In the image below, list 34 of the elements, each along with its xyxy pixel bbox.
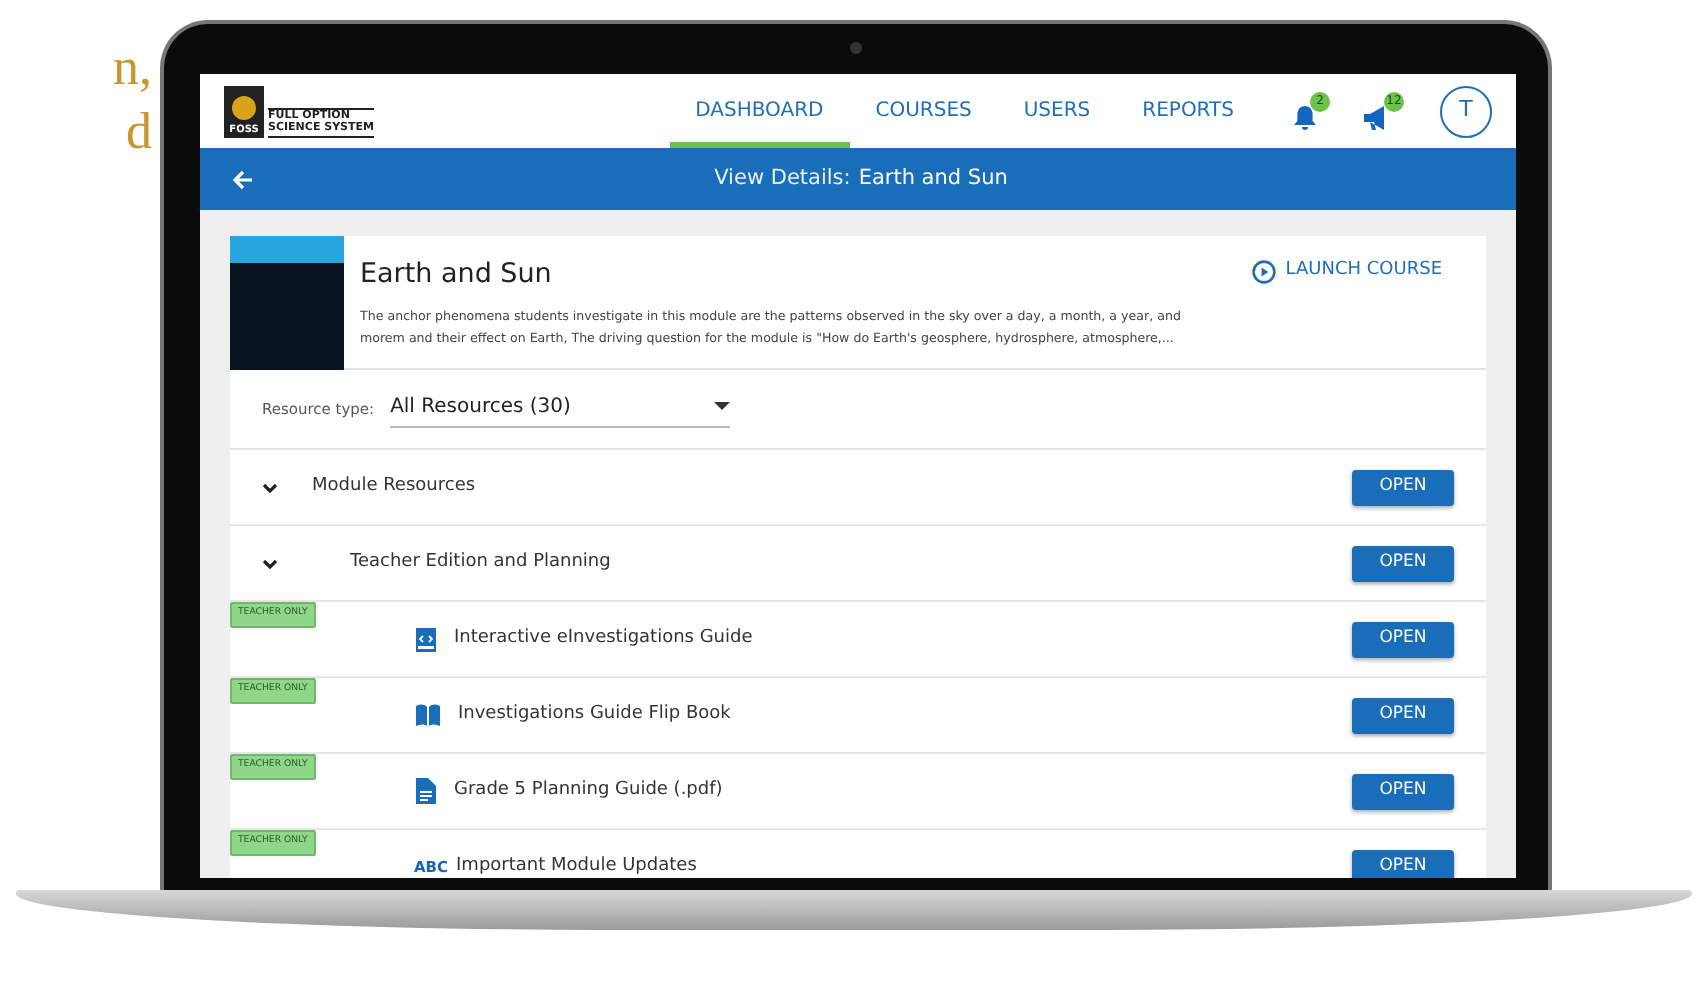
- nav-link[interactable]: REPORTS: [1116, 74, 1260, 148]
- play-circle-icon: [1251, 259, 1276, 284]
- dropdown-caret-icon: [714, 402, 731, 410]
- group-title[interactable]: Teacher Edition and Planning: [350, 549, 611, 577]
- resource-title[interactable]: Grade 5 Planning Guide (.pdf): [454, 777, 723, 805]
- launch-course-link[interactable]: LAUNCH COURSE: [1239, 256, 1454, 287]
- interactive-doc-icon: [414, 625, 438, 653]
- course-title: Earth and Sun: [360, 256, 554, 294]
- bell-icon[interactable]: [1292, 103, 1318, 131]
- back-arrow-icon[interactable]: [232, 169, 254, 189]
- slide-text: n,: [111, 36, 152, 100]
- nav-link[interactable]: COURSES: [849, 74, 998, 148]
- open-button[interactable]: OPEN: [1352, 697, 1454, 733]
- open-button[interactable]: OPEN: [1352, 545, 1454, 581]
- open-book-icon: [414, 702, 442, 728]
- book-cover-placeholder: [230, 236, 344, 370]
- camera-dot: [850, 42, 862, 54]
- open-button[interactable]: OPEN: [1352, 469, 1454, 505]
- group-title[interactable]: Module Resources: [312, 473, 476, 501]
- chevron-icon[interactable]: [262, 555, 278, 571]
- user-avatar[interactable]: T: [1440, 85, 1492, 137]
- view-details-label: View Details:: [714, 163, 851, 194]
- chevron-icon[interactable]: [262, 479, 278, 495]
- slide-text: d: [124, 100, 152, 164]
- open-button[interactable]: OPEN: [1352, 621, 1454, 657]
- resource-title[interactable]: Interactive eInvestigations Guide: [454, 625, 753, 653]
- resource-type-dropdown[interactable]: All Resources (30): [390, 391, 731, 427]
- page-title: Earth and Sun: [858, 163, 1008, 194]
- resource-title[interactable]: Important Module Updates: [456, 853, 697, 878]
- open-button[interactable]: OPEN: [1352, 849, 1454, 878]
- resource-title[interactable]: Investigations Guide Flip Book: [458, 701, 731, 729]
- document-icon: [414, 776, 438, 806]
- nav-link[interactable]: USERS: [997, 74, 1117, 148]
- open-button[interactable]: OPEN: [1352, 773, 1454, 809]
